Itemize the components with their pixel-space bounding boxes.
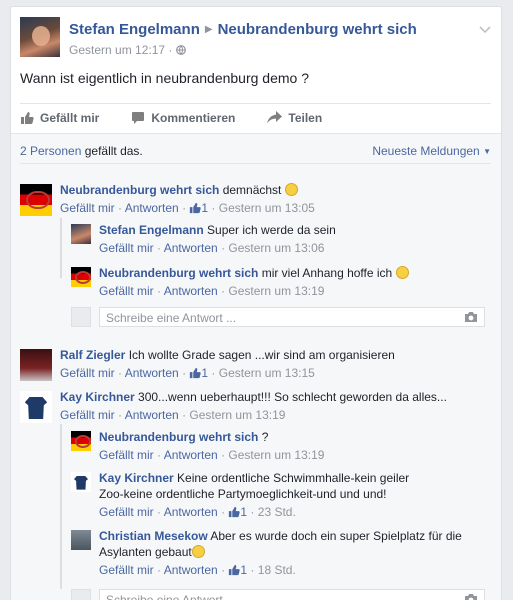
commenter-avatar[interactable] [20,349,52,381]
comment-reply-link[interactable]: Antworten [125,408,179,422]
comment-author[interactable]: Neubrandenburg wehrt sich [60,183,219,197]
comment-time[interactable]: Gestern um 13:19 [228,284,324,298]
comment-author[interactable]: Kay Kirchner [60,390,135,404]
comment-time[interactable]: Gestern um 13:19 [228,448,324,462]
camera-icon[interactable] [464,593,478,600]
action-bar: Gefällt mir Kommentieren Teilen [20,103,491,131]
commenter-avatar[interactable] [71,431,91,451]
comment-author[interactable]: Neubrandenburg wehrt sich [99,430,258,444]
comment-like-link[interactable]: Gefällt mir [60,201,115,215]
group-link[interactable]: Neubrandenburg wehrt sich [218,21,417,38]
smiley-emoji [395,266,409,279]
comment-reply-link[interactable]: Antworten [125,201,179,215]
likes-count-link[interactable]: 2 Personen [20,144,81,158]
comment-text: ? [258,430,269,444]
commenter-avatar[interactable] [71,472,91,492]
comment-text: Keine ordentliche Schwimmhalle-kein geil… [173,471,410,485]
arrow-right-icon: ▶ [204,24,213,35]
post-title: Stefan Engelmann ▶ Neubrandenburg wehrt si… [69,21,417,38]
comment-reply-link[interactable]: Antworten [125,366,179,380]
reply-composer: Schreibe eine Antwort ... [71,589,485,600]
comment-reply-link[interactable]: Antworten [164,563,218,577]
comment-time[interactable]: Gestern um 13:06 [228,241,324,255]
reply-input[interactable]: Schreibe eine Antwort ... [99,307,485,327]
comment-text: demnächst [219,183,282,197]
thumbs-up-icon [21,111,34,124]
comment-icon [132,111,145,124]
comment-reply-link[interactable]: Antworten [164,284,218,298]
user-avatar [71,307,91,327]
comment-author[interactable]: Stefan Engelmann [99,223,204,237]
thumbs-up-icon [190,202,202,214]
comment-text: mir viel Anhang hoffe ich [258,266,393,280]
comment-like-link[interactable]: Gefällt mir [99,505,154,519]
sort-dropdown[interactable]: Neueste Meldungen ▼ [372,144,491,158]
comment-text: Ich wollte Grade sagen ...wir sind am or… [125,348,395,362]
laughing-emoji [191,545,205,558]
comment-button[interactable]: Kommentieren [131,111,235,125]
commenter-avatar[interactable] [20,391,52,423]
comment-time[interactable]: 23 Std. [258,505,296,519]
chevron-down-icon[interactable] [479,23,491,37]
like-button[interactable]: Gefällt mir [20,111,99,125]
comment-time[interactable]: Gestern um 13:19 [189,408,285,422]
comment-time[interactable]: 18 Std. [258,563,296,577]
thumbs-up-icon [229,506,241,518]
reply-placeholder: Schreibe eine Antwort ... [106,593,237,600]
comment-reply-link[interactable]: Antworten [164,241,218,255]
reply-thread-line [60,424,62,589]
post-timestamp[interactable]: Gestern um 12:17 · [69,43,176,57]
smiley-emoji [284,183,298,196]
reply-thread-line [60,218,62,278]
comment-reply-link[interactable]: Antworten [164,505,218,519]
comment-author[interactable]: Christian Mesekow [99,529,208,543]
post-meta: Gestern um 12:17 · [69,43,186,57]
author-avatar[interactable] [20,17,60,57]
commenter-avatar[interactable] [20,184,52,216]
comment-like-link[interactable]: Gefällt mir [99,448,154,462]
reply-composer: Schreibe eine Antwort ... [71,307,485,329]
share-icon [267,111,283,124]
globe-icon [175,45,186,55]
sort-label: Neueste Meldungen [372,144,480,158]
comment-text: Aber es wurde doch ein super Spielplatz … [207,529,462,543]
comment-author[interactable]: Neubrandenburg wehrt sich [99,266,258,280]
user-avatar [71,589,91,600]
comment-author[interactable]: Kay Kirchner [99,471,174,485]
comment-time[interactable]: Gestern um 13:05 [219,201,315,215]
caret-down-icon: ▼ [483,147,491,156]
likes-suffix: gefällt das. [81,144,143,158]
reply-placeholder: Schreibe eine Antwort ... [106,311,237,325]
share-button[interactable]: Teilen [267,111,322,125]
comment-like-link[interactable]: Gefällt mir [99,241,154,255]
comment-label: Kommentieren [151,110,236,125]
camera-icon[interactable] [464,311,478,323]
commenter-avatar[interactable] [71,224,91,244]
comment-time[interactable]: Gestern um 13:15 [219,366,315,380]
post-text: Wann ist eigentlich in neubrandenburg de… [20,70,310,86]
commenter-avatar[interactable] [71,267,91,287]
comment-text: 300...wenn ueberhaupt!!! So schlecht gew… [134,390,447,404]
author-link[interactable]: Stefan Engelmann [69,21,200,38]
comment-like-link[interactable]: Gefällt mir [99,563,154,577]
post-header: Stefan Engelmann ▶ Neubrandenburg wehrt si… [20,17,491,61]
comment-text-continued: Zoo-keine ordentliche Partymoeglichkeit-… [99,487,387,501]
likes-summary: 2 Personen gefällt das. Neueste Meldunge… [20,144,491,164]
commenter-avatar[interactable] [71,530,91,550]
like-label: Gefällt mir [40,110,100,125]
post-card: Stefan Engelmann ▶ Neubrandenburg wehrt si… [10,6,502,600]
comment-text-continued: Asylanten gebaut [99,545,192,559]
comment-like-link[interactable]: Gefällt mir [60,408,115,422]
reply-input[interactable]: Schreibe eine Antwort ... [99,589,485,600]
comment-reply-link[interactable]: Antworten [164,448,218,462]
share-label: Teilen [288,110,323,125]
comment-like-link[interactable]: Gefällt mir [60,366,115,380]
thumbs-up-icon [190,367,202,379]
thumbs-up-icon [229,564,241,576]
comment-text: Super ich werde da sein [203,223,336,237]
comment-author[interactable]: Ralf Ziegler [60,348,125,362]
comments-section: 2 Personen gefällt das. Neueste Meldunge… [11,133,501,600]
comment-like-link[interactable]: Gefällt mir [99,284,154,298]
